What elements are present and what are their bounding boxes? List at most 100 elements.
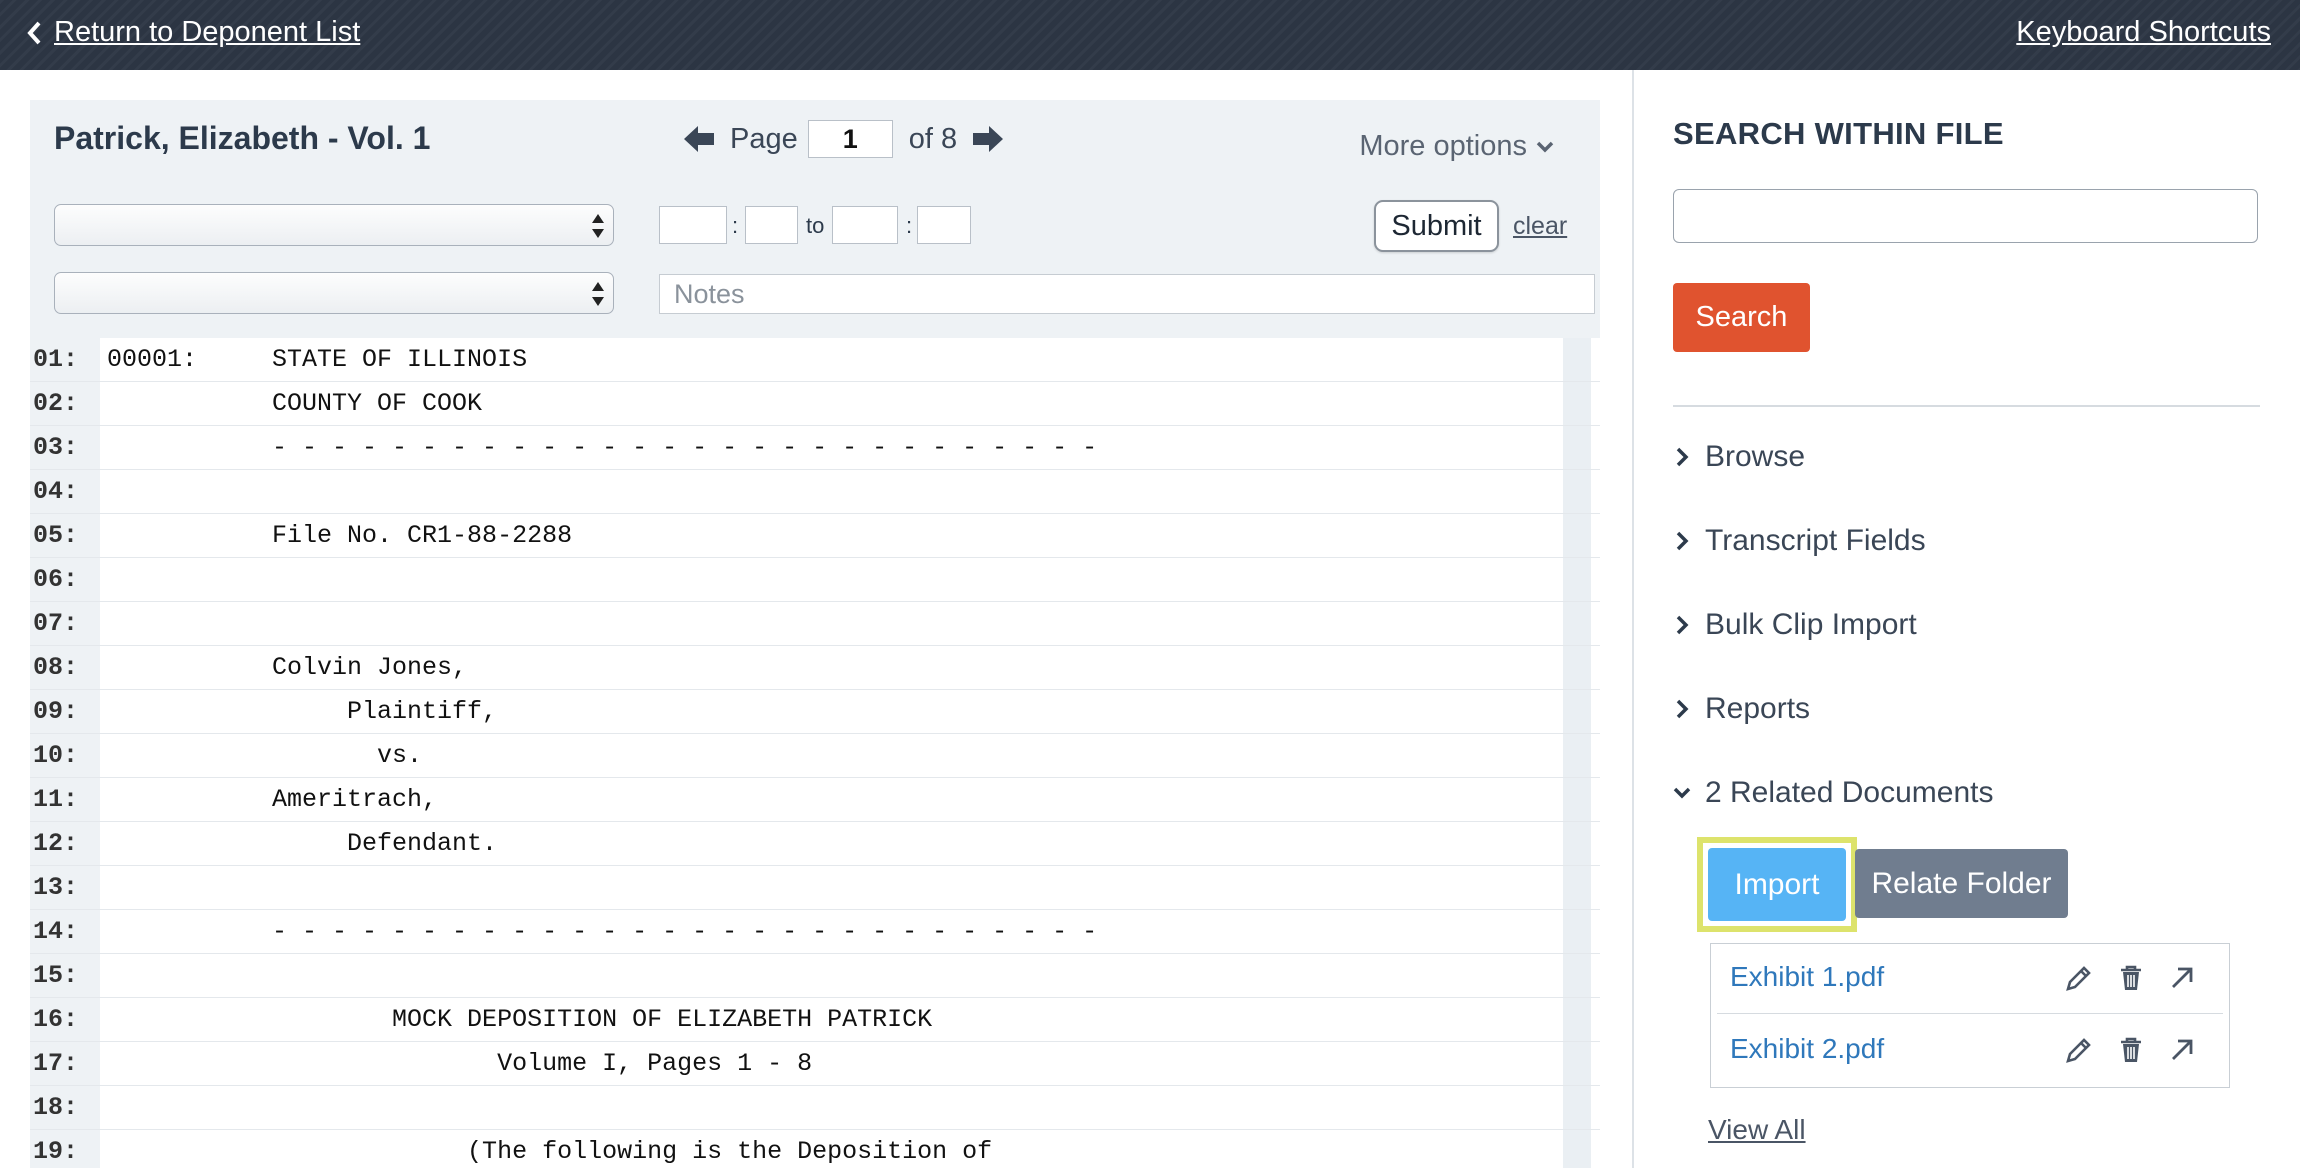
browse-section-toggle[interactable]: Browse: [1673, 440, 1805, 474]
line-number: 16:: [33, 1005, 79, 1034]
arrow-right-icon[interactable]: [971, 124, 1005, 154]
line-number: 11:: [33, 785, 79, 814]
clear-link[interactable]: clear: [1513, 212, 1567, 241]
open-external-icon[interactable]: [2166, 962, 2198, 994]
line-number: 08:: [33, 653, 79, 682]
line-text: Ameritrach,: [107, 785, 438, 814]
trash-icon[interactable]: [2115, 962, 2147, 994]
transcript-line[interactable]: 04:: [30, 470, 1600, 514]
search-heading: SEARCH WITHIN FILE: [1673, 116, 2004, 151]
line-number: 17:: [33, 1049, 79, 1078]
related-documents-section-toggle[interactable]: 2 Related Documents: [1673, 776, 1994, 810]
submit-button[interactable]: Submit: [1374, 200, 1499, 252]
line-text: MOCK DEPOSITION OF ELIZABETH PATRICK: [107, 1005, 933, 1034]
section-label: Transcript Fields: [1705, 524, 1926, 557]
reports-section-toggle[interactable]: Reports: [1673, 692, 1810, 726]
open-external-icon[interactable]: [2166, 1034, 2198, 1066]
page-navigator: Page of 8: [682, 118, 1005, 160]
line-number: 01:: [33, 345, 79, 374]
pencil-icon[interactable]: [2063, 962, 2095, 994]
transcript-line[interactable]: 06:: [30, 558, 1600, 602]
colon-separator: :: [906, 213, 913, 238]
chevron-right-icon: [1676, 699, 1689, 719]
more-options-label: More options: [1359, 130, 1527, 162]
line-number: 06:: [33, 565, 79, 594]
transcript-line[interactable]: 01: 00001: STATE OF ILLINOIS: [30, 338, 1600, 382]
chevron-right-icon: [1676, 447, 1689, 467]
page-number-input[interactable]: [807, 120, 893, 158]
line-text: 00001: STATE OF ILLINOIS: [107, 345, 528, 374]
transcript-fields-section-toggle[interactable]: Transcript Fields: [1673, 524, 1926, 558]
line-number: 10:: [33, 741, 79, 770]
transcript-line[interactable]: 03: - - - - - - - - - - - - - - - - - - …: [30, 426, 1600, 470]
line-number: 05:: [33, 521, 79, 550]
transcript-viewer: Patrick, Elizabeth - Vol. 1 Page of 8 Mo…: [30, 100, 1600, 1168]
colon-separator: :: [732, 213, 739, 238]
line-number: 02:: [33, 389, 79, 418]
end-line-input[interactable]: [917, 206, 971, 244]
bulk-clip-import-section-toggle[interactable]: Bulk Clip Import: [1673, 608, 1917, 642]
line-number: 03:: [33, 433, 79, 462]
start-page-input[interactable]: [659, 206, 727, 244]
transcript-line[interactable]: 09: Plaintiff,: [30, 690, 1600, 734]
transcript-line[interactable]: 12: Defendant.: [30, 822, 1600, 866]
transcript-line[interactable]: 15:: [30, 954, 1600, 998]
transcript-line[interactable]: 11: Ameritrach,: [30, 778, 1600, 822]
list-item: Exhibit 1.pdf: [1717, 944, 2223, 1014]
section-label: 2 Related Documents: [1705, 776, 1994, 809]
section-label: Bulk Clip Import: [1705, 608, 1917, 641]
start-line-input[interactable]: [745, 206, 798, 244]
select-updown-icon: [592, 214, 604, 238]
line-text: - - - - - - - - - - - - - - - - - - - - …: [107, 917, 1098, 946]
search-input[interactable]: [1673, 189, 2258, 243]
end-page-input[interactable]: [832, 206, 898, 244]
line-text: (The following is the Deposition of: [107, 1137, 993, 1166]
back-link-label: Return to Deponent List: [54, 16, 361, 48]
transcript-line[interactable]: 18:: [30, 1086, 1600, 1130]
transcript-line[interactable]: 02: COUNTY OF COOK: [30, 382, 1600, 426]
transcript-line[interactable]: 08: Colvin Jones,: [30, 646, 1600, 690]
divider-line: [1673, 405, 2260, 407]
transcript-line[interactable]: 10: vs.: [30, 734, 1600, 778]
line-number: 15:: [33, 961, 79, 990]
relate-folder-button[interactable]: Relate Folder: [1855, 849, 2068, 918]
return-to-deponent-list-link[interactable]: Return to Deponent List: [22, 16, 360, 49]
pencil-icon[interactable]: [2063, 1034, 2095, 1066]
line-text: - - - - - - - - - - - - - - - - - - - - …: [107, 433, 1098, 462]
line-number: 13:: [33, 873, 79, 902]
search-button[interactable]: Search: [1673, 283, 1810, 352]
notes-input[interactable]: [659, 274, 1595, 314]
transcript-line[interactable]: 13:: [30, 866, 1600, 910]
transcript-line[interactable]: 07:: [30, 602, 1600, 646]
document-link[interactable]: Exhibit 1.pdf: [1730, 961, 1884, 993]
line-number: 12:: [33, 829, 79, 858]
import-highlight: Import: [1697, 837, 1857, 932]
select-updown-icon: [592, 282, 604, 306]
document-link[interactable]: Exhibit 2.pdf: [1730, 1033, 1884, 1065]
designation-select[interactable]: [54, 204, 614, 246]
import-button[interactable]: Import: [1708, 848, 1846, 921]
line-text: Defendant.: [107, 829, 498, 858]
arrow-left-icon[interactable]: [682, 124, 716, 154]
line-text: Volume I, Pages 1 - 8: [107, 1049, 813, 1078]
more-options-dropdown[interactable]: More options: [1359, 130, 1555, 163]
transcript-line[interactable]: 19: (The following is the Deposition of: [30, 1130, 1600, 1168]
related-documents-list: Exhibit 1.pdf Exhibit 2.pdf: [1710, 943, 2230, 1088]
transcript-line[interactable]: 14: - - - - - - - - - - - - - - - - - - …: [30, 910, 1600, 954]
transcript-line[interactable]: 17: Volume I, Pages 1 - 8: [30, 1042, 1600, 1086]
line-text: Colvin Jones,: [107, 653, 468, 682]
trash-icon[interactable]: [2115, 1034, 2147, 1066]
page-count-label: of 8: [908, 122, 958, 155]
panel-divider: [1632, 70, 1634, 1168]
line-number: 18:: [33, 1093, 79, 1122]
view-all-link[interactable]: View All: [1708, 1114, 1806, 1146]
list-item: Exhibit 2.pdf: [1711, 1016, 2229, 1086]
chevron-right-icon: [1676, 615, 1689, 635]
line-text: COUNTY OF COOK: [107, 389, 483, 418]
issue-select[interactable]: [54, 272, 614, 314]
transcript-line[interactable]: 05: File No. CR1-88-2288: [30, 514, 1600, 558]
transcript-line[interactable]: 16: MOCK DEPOSITION OF ELIZABETH PATRICK: [30, 998, 1600, 1042]
keyboard-shortcuts-link[interactable]: Keyboard Shortcuts: [2016, 16, 2271, 49]
line-number: 04:: [33, 477, 79, 506]
chevron-down-icon: [1673, 787, 1691, 799]
